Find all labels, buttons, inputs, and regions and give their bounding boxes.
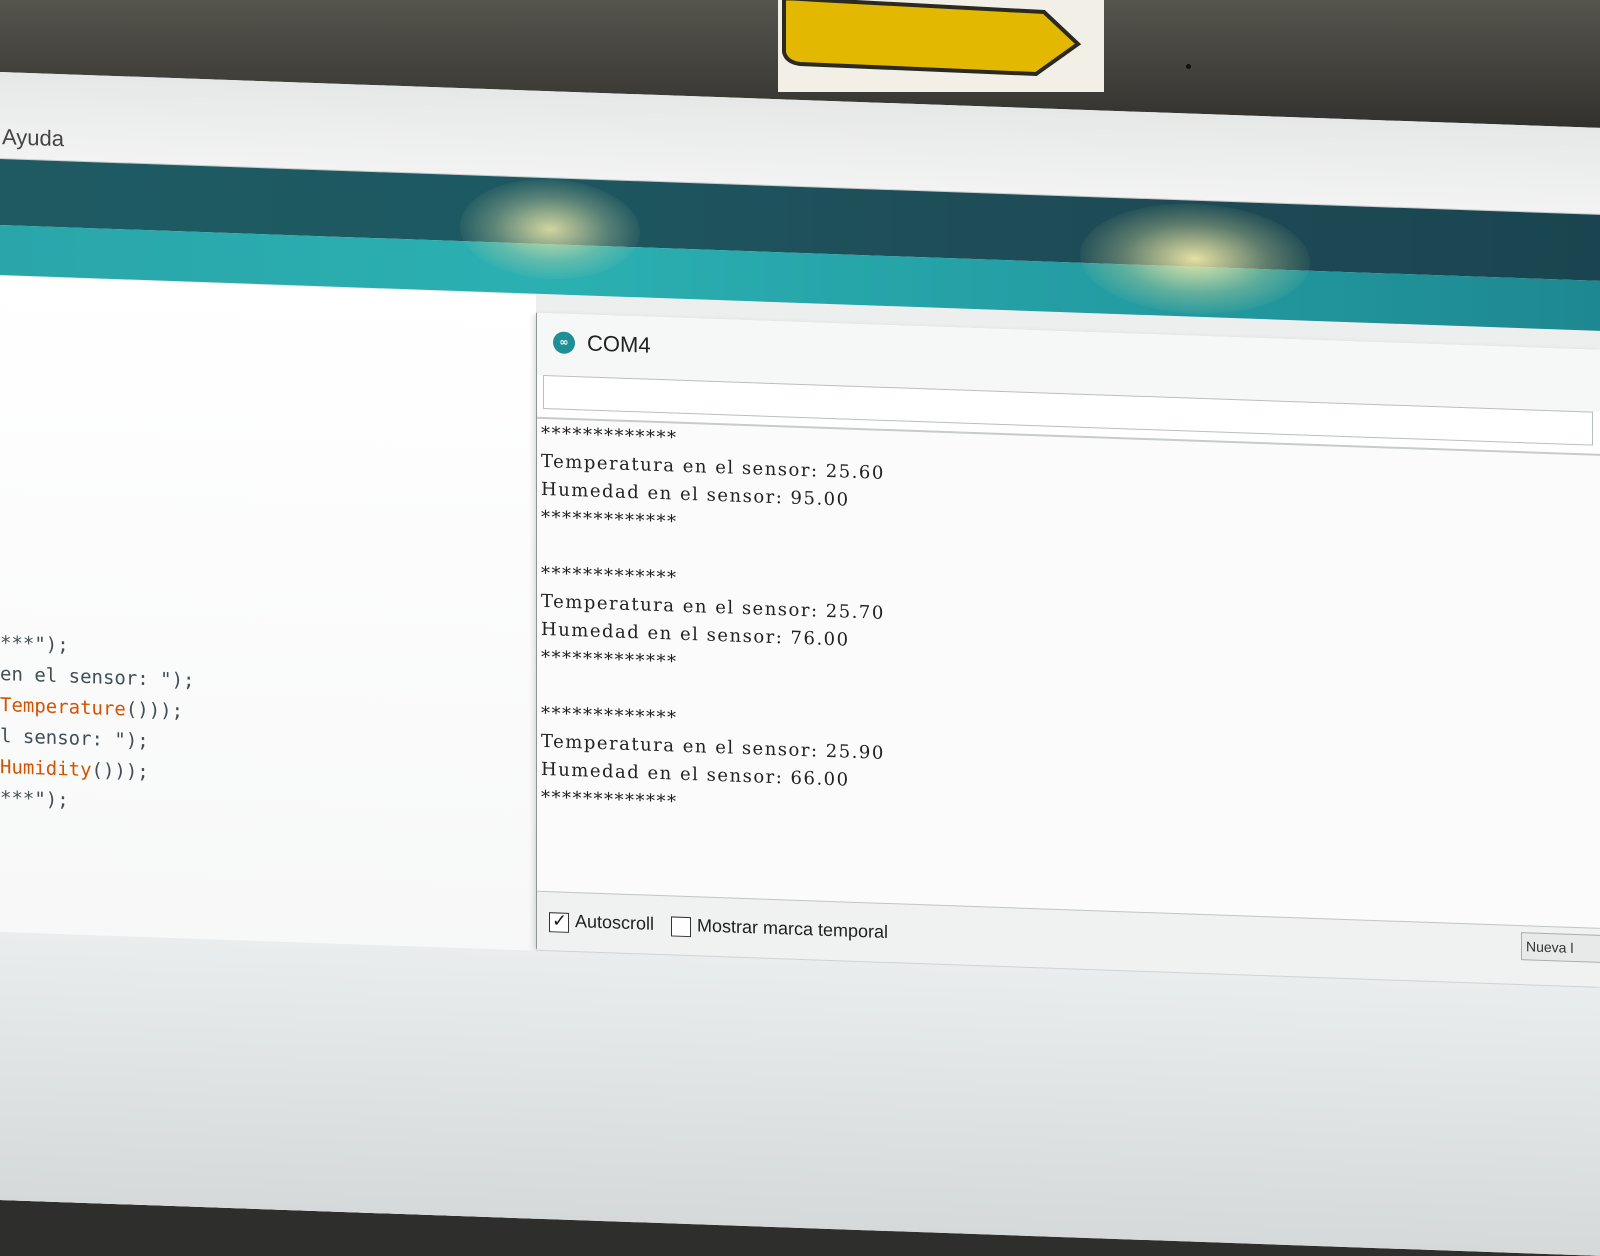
- arduino-logo-icon: ∞: [553, 331, 575, 355]
- code-line: ***");: [0, 787, 69, 812]
- output-line: Humedad en el sensor: 95.00: [541, 478, 850, 511]
- output-line: *************: [541, 422, 678, 449]
- timestamp-label[interactable]: Mostrar marca temporal: [697, 915, 888, 943]
- output-line: *************: [541, 702, 678, 729]
- screen: Ayuda ***"); en el sensor: "); Temperatu…: [0, 72, 1600, 1256]
- autoscroll-checkbox[interactable]: ✓: [549, 910, 569, 933]
- code-line: Temperature()));: [0, 694, 184, 723]
- timestamp-checkbox[interactable]: [671, 916, 691, 938]
- arrow-sticker-icon: [782, 0, 1082, 77]
- output-line: Temperatura en el sensor: 25.70: [541, 590, 885, 624]
- output-line: Humedad en el sensor: 66.00: [541, 758, 850, 791]
- desktop-below-window: [0, 932, 1600, 1256]
- output-line: *************: [541, 562, 678, 589]
- code-line: l sensor: ");: [0, 725, 149, 753]
- line-ending-select[interactable]: Nueva l: [1521, 932, 1600, 963]
- output-line: *************: [541, 786, 678, 813]
- menu-item-ayuda[interactable]: Ayuda: [2, 124, 64, 152]
- serial-output[interactable]: ************* Temperatura en el sensor: …: [537, 416, 1600, 928]
- serial-port-title: COM4: [587, 330, 651, 358]
- checkmark-icon: ✓: [552, 910, 568, 932]
- output-line: *************: [541, 646, 678, 673]
- serial-monitor-window: ∞ COM4 ************* Temperatura en el s…: [536, 312, 1600, 987]
- bezel-dot: [1186, 64, 1191, 69]
- output-line: Temperatura en el sensor: 25.90: [541, 730, 885, 764]
- code-line: en el sensor: ");: [0, 663, 195, 692]
- code-line: ***");: [0, 632, 69, 657]
- autoscroll-label[interactable]: Autoscroll: [575, 911, 654, 935]
- code-line: Humidity()));: [0, 756, 149, 784]
- output-line: *************: [541, 506, 678, 533]
- yellow-arrow-sticker: [778, 0, 1104, 92]
- output-line: Temperatura en el sensor: 25.60: [541, 450, 885, 484]
- output-line: Humedad en el sensor: 76.00: [541, 618, 850, 651]
